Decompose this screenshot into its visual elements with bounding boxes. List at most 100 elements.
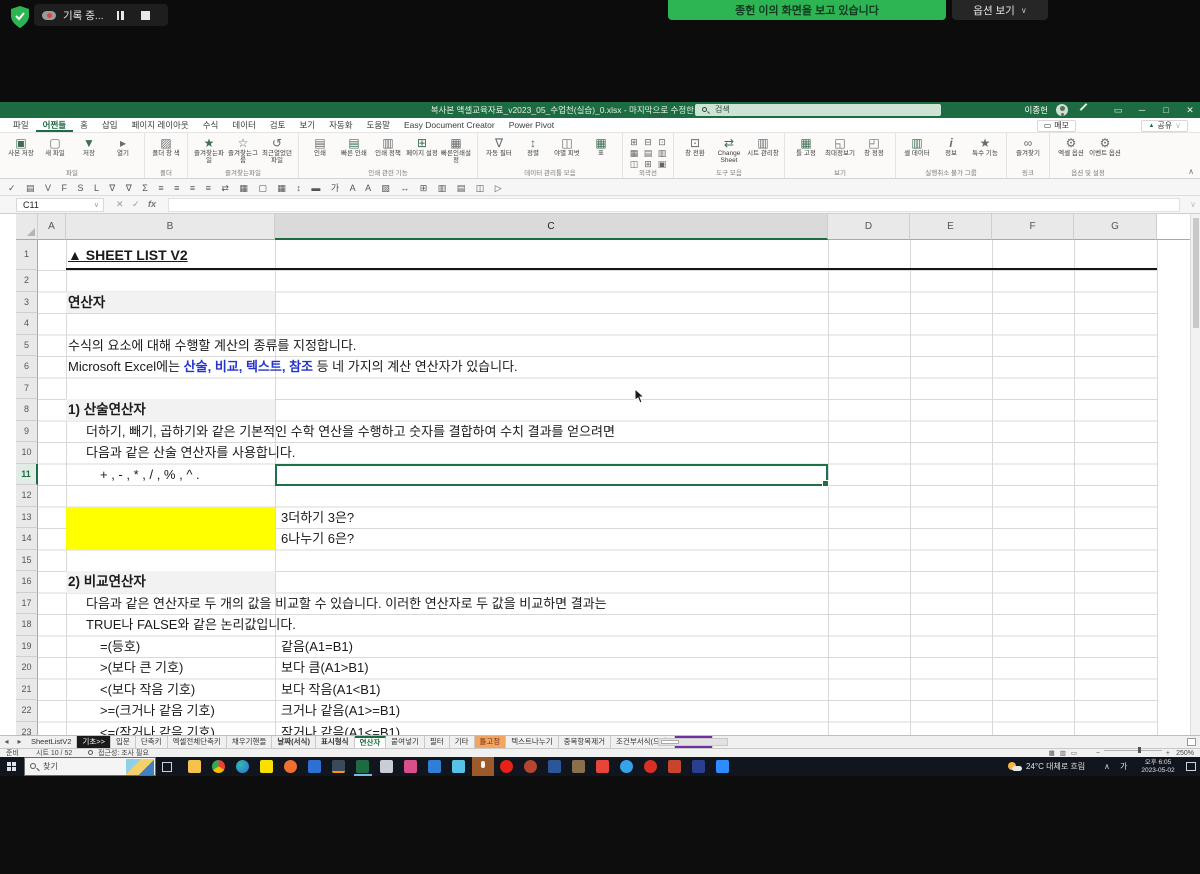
column-header-e[interactable]: E bbox=[910, 214, 992, 240]
row-header[interactable]: 8 bbox=[16, 399, 38, 421]
row-header[interactable]: 1 bbox=[16, 240, 38, 270]
word-icon[interactable] bbox=[548, 760, 561, 773]
avatar[interactable] bbox=[1056, 104, 1068, 116]
comments-button[interactable]: 메모 bbox=[1037, 120, 1076, 132]
change-sheet-button[interactable]: Change Sheet bbox=[712, 136, 746, 164]
sheet-tab[interactable]: 텍스트나누기 bbox=[506, 736, 558, 748]
sheet-nav-left-icon[interactable] bbox=[0, 736, 13, 748]
search-app-icon[interactable] bbox=[284, 760, 297, 773]
bookmark-button[interactable]: 즐겨찾기 bbox=[1011, 136, 1045, 157]
freeze-panes-button[interactable]: 틀 고정 bbox=[789, 136, 823, 157]
sheet-tab[interactable]: 단축키 bbox=[136, 736, 168, 748]
cell-b5-text[interactable]: 수식의 요소에 대해 수행할 계산의 종류를 지정합니다. bbox=[68, 335, 356, 357]
cell-data-button[interactable]: 셀 데이터 bbox=[900, 136, 934, 157]
cell-c19-text[interactable]: 같음(A1=B1) bbox=[281, 636, 353, 658]
maximize-button[interactable] bbox=[1156, 102, 1176, 118]
cancel-icon[interactable] bbox=[116, 199, 124, 210]
tray-caret[interactable]: ∧ bbox=[1104, 757, 1110, 776]
mic-app-active-icon[interactable] bbox=[472, 757, 494, 776]
print-button[interactable]: 인쇄 bbox=[303, 136, 337, 157]
pivot-button[interactable]: 야별 피벗 bbox=[550, 136, 584, 157]
zoom-slider[interactable] bbox=[1104, 750, 1162, 751]
quick-print-settings-button[interactable]: 빠른인쇄설정 bbox=[439, 136, 473, 164]
sheet-tab[interactable]: 중복항목제거 bbox=[559, 736, 611, 748]
share-button[interactable]: 공유 bbox=[1141, 120, 1188, 132]
column-header-a[interactable]: A bbox=[38, 214, 66, 240]
auto-filter-button[interactable]: 자동 필터 bbox=[482, 136, 516, 157]
row-header[interactable]: 21 bbox=[16, 679, 38, 701]
page-setup-button[interactable]: 페이지 설정 bbox=[405, 136, 439, 157]
cell-b18-text[interactable]: TRUE나 FALSE와 같은 논리값입니다. bbox=[86, 614, 296, 636]
cell-b3-text[interactable]: 연산자 bbox=[68, 292, 105, 314]
recent-files-button[interactable]: 최근열었던파일 bbox=[260, 136, 294, 164]
sheet-tab[interactable]: 붙여넣기 bbox=[386, 736, 425, 748]
border-buttons[interactable]: ⊞⊟⊡▦▤▥◫⊞▣ bbox=[627, 137, 669, 170]
cell-b6-text[interactable]: Microsoft Excel에는 산술, 비교, 텍스트, 참조 등 네 가지… bbox=[68, 356, 518, 378]
event-options-button[interactable]: 이벤트 옵션 bbox=[1088, 136, 1122, 157]
pause-recording-button[interactable] bbox=[117, 11, 124, 20]
tab-help[interactable]: 도움말 bbox=[360, 118, 397, 132]
selected-cell-c11[interactable] bbox=[275, 464, 828, 486]
row-header[interactable]: 9 bbox=[16, 421, 38, 443]
horizontal-scrollbar[interactable] bbox=[658, 738, 728, 746]
name-box[interactable]: C11 bbox=[16, 198, 104, 212]
table-button[interactable]: 표 bbox=[584, 136, 618, 157]
cell-b14-yellow[interactable] bbox=[66, 528, 275, 550]
save-button[interactable]: 저장 bbox=[72, 136, 106, 157]
onenote-icon[interactable] bbox=[380, 760, 393, 773]
cell-c21-text[interactable]: 보다 작음(A1<B1) bbox=[281, 679, 381, 701]
cell-b22-text[interactable]: >=(크거나 같음 기호) bbox=[100, 700, 215, 722]
row-header[interactable]: 16 bbox=[16, 571, 38, 593]
column-header-d[interactable]: D bbox=[828, 214, 910, 240]
excel-options-button[interactable]: 엑셀 옵션 bbox=[1054, 136, 1088, 157]
new-file-button[interactable]: 새 파일 bbox=[38, 136, 72, 157]
sheet-tab[interactable]: 필터 bbox=[425, 736, 450, 748]
column-header-f[interactable]: F bbox=[992, 214, 1074, 240]
quick-print-button[interactable]: 빠른 인쇄 bbox=[337, 136, 371, 157]
sheet-nav-right-icon[interactable] bbox=[13, 736, 26, 748]
row-header[interactable]: 23 bbox=[16, 722, 38, 736]
sheet-tab[interactable]: 엑셀전체단축키 bbox=[168, 736, 227, 748]
row-header[interactable]: 22 bbox=[16, 700, 38, 722]
photos-icon[interactable] bbox=[404, 760, 417, 773]
cell-b20-text[interactable]: >(보다 큰 기호) bbox=[100, 657, 183, 679]
sheet-tab[interactable]: 날짜(서식) bbox=[272, 736, 316, 748]
row-header[interactable]: 3 bbox=[16, 292, 38, 314]
pin-app-icon[interactable] bbox=[524, 760, 537, 773]
row-header[interactable]: 12 bbox=[16, 485, 38, 507]
cell-c14-text[interactable]: 6나누기 6은? bbox=[281, 528, 354, 550]
collapse-ribbon-icon[interactable]: ∧ bbox=[1188, 167, 1194, 176]
excel-icon[interactable] bbox=[356, 760, 369, 773]
favorite-file-button[interactable]: 즐겨찾는파일 bbox=[192, 136, 226, 164]
sublime-icon[interactable] bbox=[332, 760, 345, 773]
print-policy-button[interactable]: 인쇄 정책 bbox=[371, 136, 405, 157]
start-button[interactable] bbox=[7, 762, 16, 771]
sheet-tab[interactable]: 기초>> bbox=[77, 736, 111, 748]
tab-file[interactable]: 파일 bbox=[6, 118, 36, 132]
edge-icon[interactable] bbox=[236, 760, 249, 773]
tab-split-handle[interactable] bbox=[1187, 738, 1196, 746]
tab-power-pivot[interactable]: Power Pivot bbox=[502, 118, 561, 132]
mail-icon[interactable] bbox=[452, 760, 465, 773]
tab-insert[interactable]: 삽입 bbox=[95, 118, 125, 132]
column-header-g[interactable]: G bbox=[1074, 214, 1157, 240]
cell-b1-text[interactable]: ▲ SHEET LIST V2 bbox=[68, 240, 188, 270]
cell-c22-text[interactable]: 크거나 같음(A1>=B1) bbox=[281, 700, 400, 722]
file-explorer-icon[interactable] bbox=[188, 760, 201, 773]
scrollbar-thumb[interactable] bbox=[661, 740, 679, 744]
fx-icon[interactable]: fx bbox=[148, 199, 156, 209]
sheet-tab[interactable]: 채우기핸들 bbox=[227, 736, 273, 748]
cell-b13-yellow[interactable] bbox=[66, 507, 275, 529]
info-button[interactable]: 정보 bbox=[934, 136, 968, 157]
sheet-tab[interactable]: 입문 bbox=[111, 736, 136, 748]
weather-text[interactable]: 24°C 대체로 흐림 bbox=[1026, 757, 1085, 776]
kakaotalk-icon[interactable] bbox=[260, 760, 273, 773]
taskbar-search[interactable]: 찾기 bbox=[24, 757, 156, 776]
zoom-slider-thumb[interactable] bbox=[1138, 747, 1141, 753]
photoshop-icon[interactable] bbox=[692, 760, 705, 773]
cell-c20-text[interactable]: 보다 큼(A1>B1) bbox=[281, 657, 369, 679]
internet-explorer-icon[interactable] bbox=[620, 760, 633, 773]
language-indicator[interactable]: 가 bbox=[1120, 757, 1127, 776]
row-header[interactable]: 20 bbox=[16, 657, 38, 679]
scrollbar-thumb[interactable] bbox=[1193, 218, 1199, 328]
